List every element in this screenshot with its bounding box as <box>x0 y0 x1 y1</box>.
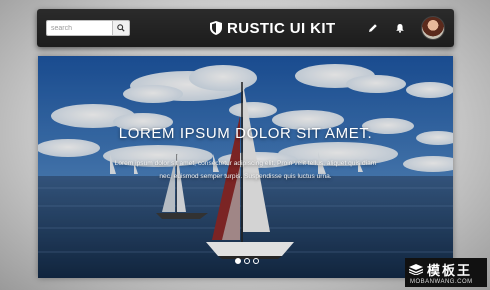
search-box <box>46 20 130 36</box>
carousel-indicators <box>235 258 259 264</box>
watermark-name: 模板王 <box>427 263 473 278</box>
brand[interactable]: RUSTIC UI KIT <box>210 18 336 38</box>
hero-body-text: Lorem ipsum dolor sit amet, consectetur … <box>114 160 377 180</box>
carousel-dot-1[interactable] <box>235 258 241 264</box>
edit-button[interactable] <box>366 21 380 35</box>
user-avatar[interactable] <box>421 16 445 40</box>
notifications-button[interactable] <box>393 21 407 35</box>
layers-icon <box>409 264 423 275</box>
search-input[interactable] <box>46 20 112 36</box>
brand-title: RUSTIC UI KIT <box>227 19 336 37</box>
carousel-dot-2[interactable] <box>244 258 250 264</box>
watermark-url: MOBANWANG.COM <box>410 279 473 285</box>
shield-icon <box>210 21 222 35</box>
search-icon <box>117 24 125 32</box>
hero-caption: LOREM IPSUM DOLOR SIT AMET. Lorem ipsum … <box>108 125 383 183</box>
bell-icon <box>396 24 404 33</box>
search-button[interactable] <box>112 20 130 36</box>
carousel-dot-3[interactable] <box>253 258 259 264</box>
top-navbar: RUSTIC UI KIT <box>37 9 454 47</box>
hero-heading: LOREM IPSUM DOLOR SIT AMET. <box>118 125 373 142</box>
hero-carousel: LOREM IPSUM DOLOR SIT AMET. Lorem ipsum … <box>38 56 453 278</box>
pencil-icon <box>369 24 377 32</box>
watermark-logo: 模板王 MOBANWANG.COM <box>405 258 487 287</box>
